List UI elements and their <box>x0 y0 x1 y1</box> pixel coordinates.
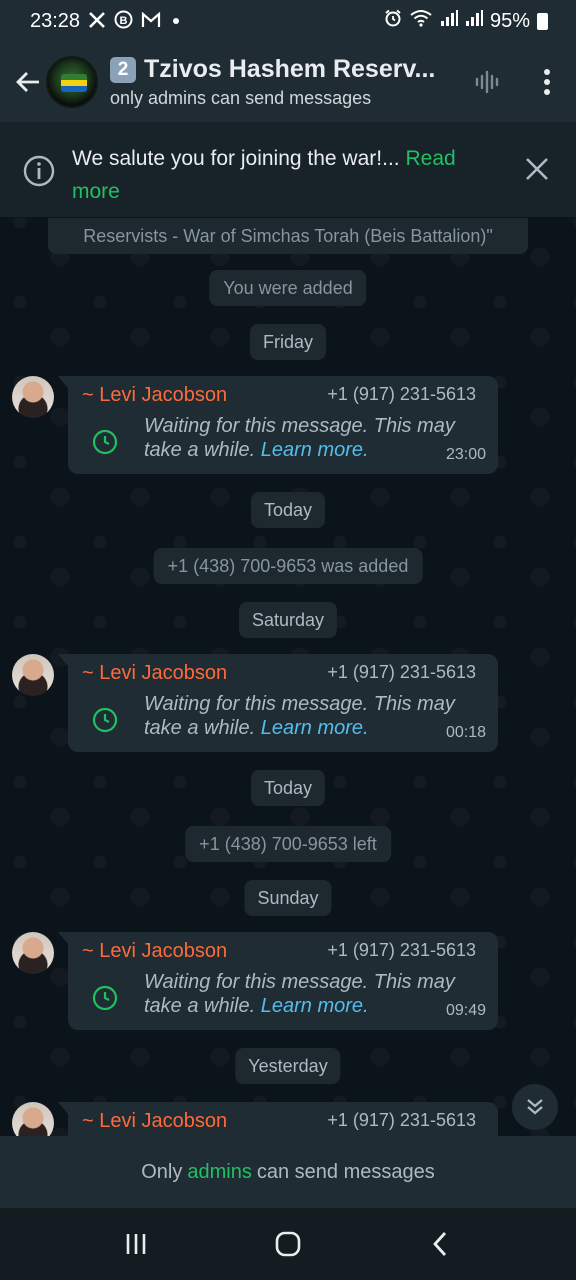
pinned-message-text: We salute you for joining the war!... Re… <box>72 142 492 208</box>
system-message-group-description: Reservists - War of Simchas Torah (Beis … <box>48 218 528 254</box>
recent-apps-button[interactable] <box>106 1219 166 1269</box>
battery-level: 95% <box>489 9 530 32</box>
close-icon[interactable] <box>524 156 550 182</box>
info-icon <box>23 155 55 187</box>
sender-phone: +1 (917) 231-5613 <box>327 384 476 404</box>
group-info[interactable]: 2 Tzivos Hashem Reserv... only admins ca… <box>110 55 468 109</box>
waiting-message-text: Waiting for this message. This may take … <box>144 692 474 740</box>
admins-only-suffix: can send messages <box>256 1160 435 1183</box>
sender-name[interactable]: ~ Levi Jacobson <box>82 384 227 407</box>
keycap-number-badge: 2 <box>110 56 136 83</box>
sender-avatar[interactable] <box>12 654 54 696</box>
back-button[interactable] <box>6 60 50 104</box>
admins-only-prefix: Only <box>141 1160 183 1183</box>
vertical-dots-icon <box>544 69 550 95</box>
sender-name[interactable]: ~ Levi Jacobson <box>82 1110 227 1133</box>
recent-apps-icon <box>126 1234 146 1254</box>
system-back-button[interactable] <box>410 1219 470 1269</box>
sender-name[interactable]: ~ Levi Jacobson <box>82 940 227 963</box>
chat-header: 2 Tzivos Hashem Reserv... only admins ca… <box>0 42 576 122</box>
group-avatar[interactable] <box>46 56 98 108</box>
b-icon: B <box>114 10 133 32</box>
status-left: 23:28 B <box>30 9 180 33</box>
message-time: 00:18 <box>445 724 486 741</box>
date-divider: Today <box>250 492 326 528</box>
alarm-icon <box>384 9 402 33</box>
clock-icon <box>92 707 118 733</box>
system-nav-bar <box>0 1208 576 1280</box>
waiting-message-text: Waiting for this message. This may take … <box>144 970 474 1018</box>
chevron-left-icon <box>433 1232 447 1256</box>
sender-phone: +1 (917) 231-5613 <box>327 940 476 960</box>
status-right: 95% <box>384 9 548 33</box>
date-divider: Yesterday <box>235 1048 341 1084</box>
more-notifications-dot <box>173 18 180 24</box>
waiting-message-text: Waiting for this message. This may take … <box>144 414 474 462</box>
learn-more-link[interactable]: Learn more. <box>261 439 369 461</box>
gmail-icon <box>141 11 161 31</box>
sender-phone: +1 (917) 231-5613 <box>327 662 476 682</box>
message-bubble[interactable]: ~ Levi Jacobson +1 (917) 231-5613 Waitin… <box>58 654 498 752</box>
group-emblem-icon <box>61 74 87 92</box>
clock-icon <box>92 429 118 455</box>
message-bubble[interactable]: ~ Levi Jacobson +1 (917) 231-5613 <box>58 1102 498 1136</box>
battery-icon <box>537 12 548 30</box>
admins-only-bar: Only admins can send messages <box>0 1136 576 1208</box>
sender-avatar[interactable] <box>12 376 54 418</box>
pinned-text: We salute you for joining the war!... <box>72 147 400 170</box>
date-divider: Friday <box>249 324 327 360</box>
message-time: 09:49 <box>445 1002 486 1019</box>
system-message-joined: +1 (438) 700-9653 was added <box>153 548 423 584</box>
system-message-left: +1 (438) 700-9653 left <box>185 826 391 862</box>
voice-chat-button[interactable] <box>468 62 508 102</box>
message-bubble[interactable]: ~ Levi Jacobson +1 (917) 231-5613 Waitin… <box>58 376 498 474</box>
system-message-added: You were added <box>209 270 367 306</box>
pinned-message-banner[interactable]: We salute you for joining the war!... Re… <box>0 122 576 218</box>
admins-link[interactable]: admins <box>187 1161 251 1184</box>
sender-name[interactable]: ~ Levi Jacobson <box>82 662 227 685</box>
message-time: 23:00 <box>445 446 486 463</box>
message-bubble[interactable]: ~ Levi Jacobson +1 (917) 231-5613 Waitin… <box>58 932 498 1030</box>
chat-area[interactable]: We salute you for joining the war!... Re… <box>0 122 576 1136</box>
signal-icon-1 <box>440 9 458 33</box>
learn-more-link[interactable]: Learn more. <box>261 717 369 739</box>
sender-avatar[interactable] <box>12 932 54 974</box>
group-name: Tzivos Hashem Reserv... <box>144 55 436 83</box>
clock-icon <box>92 985 118 1011</box>
waveform-icon <box>475 70 499 94</box>
back-arrow-icon <box>16 72 39 92</box>
date-divider: Today <box>250 770 326 806</box>
signal-icon-2 <box>465 9 483 33</box>
sender-avatar[interactable] <box>12 1102 54 1136</box>
scroll-to-bottom-button[interactable] <box>512 1084 558 1130</box>
group-title: 2 Tzivos Hashem Reserv... <box>110 55 468 84</box>
svg-text:B: B <box>120 15 128 27</box>
date-divider: Sunday <box>244 880 332 916</box>
x-icon <box>88 11 106 32</box>
group-subtitle: only admins can send messages <box>110 88 372 108</box>
more-options-button[interactable] <box>532 62 562 102</box>
home-button[interactable] <box>258 1219 318 1269</box>
date-divider: Saturday <box>238 602 338 638</box>
status-time: 23:28 <box>30 9 81 32</box>
learn-more-link[interactable]: Learn more. <box>261 995 369 1017</box>
wifi-icon <box>409 9 433 33</box>
status-bar: 23:28 B 95% <box>0 0 576 42</box>
sender-phone: +1 (917) 231-5613 <box>327 1110 476 1130</box>
double-chevron-down-icon <box>527 1099 543 1115</box>
home-icon <box>275 1231 301 1257</box>
